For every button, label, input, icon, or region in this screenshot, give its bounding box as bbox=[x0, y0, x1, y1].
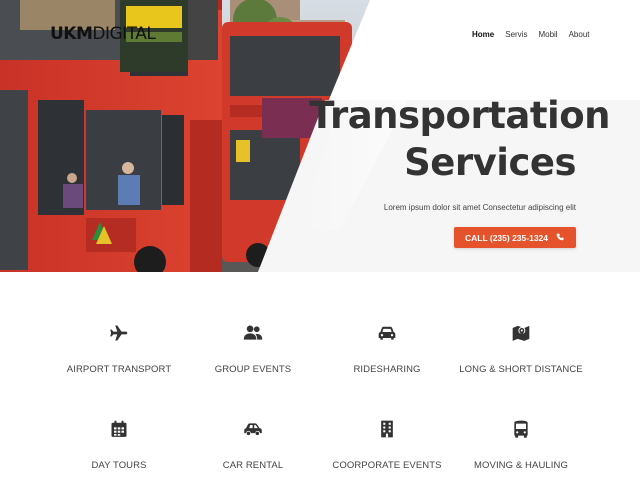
building-icon bbox=[381, 420, 393, 438]
logo-light-text: DIGITAL bbox=[92, 24, 156, 44]
service-corporate-events[interactable]: COORPORATE EVENTS bbox=[320, 419, 454, 473]
service-moving-hauling[interactable]: MOVING & HAULING bbox=[454, 419, 588, 473]
users-icon bbox=[243, 325, 263, 340]
hero-title: Transportation Services bbox=[280, 92, 610, 186]
call-button[interactable]: CALL (235) 235-1324 bbox=[454, 227, 576, 248]
phone-icon bbox=[556, 233, 564, 241]
hero-section: UKMDIGITAL Home Servis Mobil About Trans… bbox=[0, 0, 640, 272]
map-marker-icon bbox=[512, 325, 530, 341]
service-label: COORPORATE EVENTS bbox=[332, 460, 442, 471]
service-label: DAY TOURS bbox=[91, 460, 147, 471]
service-ridesharing[interactable]: RIDESHARING bbox=[320, 323, 454, 377]
services-section: AIRPORT TRANSPORT GROUP EVENTS RIDESHARI… bbox=[0, 272, 640, 480]
hero-subtitle: Lorem ipsum dolor sit amet Consectetur a… bbox=[383, 203, 576, 212]
nav-item-mobil[interactable]: Mobil bbox=[538, 30, 557, 39]
hero-title-line-1: Transportation bbox=[309, 94, 610, 137]
nav-item-about[interactable]: About bbox=[569, 30, 590, 39]
nav-item-home[interactable]: Home bbox=[472, 30, 494, 39]
calendar-icon bbox=[111, 420, 127, 437]
service-long-short-distance[interactable]: LONG & SHORT DISTANCE bbox=[454, 323, 588, 377]
car-icon bbox=[378, 326, 396, 340]
service-car-rental[interactable]: CAR RENTAL bbox=[186, 419, 320, 473]
nav-item-servis[interactable]: Servis bbox=[505, 30, 527, 39]
service-label: RIDESHARING bbox=[353, 364, 421, 375]
service-label: CAR RENTAL bbox=[222, 460, 284, 471]
hero-title-line-2: Services bbox=[404, 141, 576, 184]
bus-icon bbox=[514, 420, 528, 438]
service-group-events[interactable]: GROUP EVENTS bbox=[186, 323, 320, 377]
plane-icon bbox=[110, 325, 128, 341]
service-day-tours[interactable]: DAY TOURS bbox=[52, 419, 186, 473]
service-label: LONG & SHORT DISTANCE bbox=[459, 364, 583, 375]
service-label: MOVING & HAULING bbox=[474, 460, 568, 471]
call-button-label: CALL (235) 235-1324 bbox=[465, 232, 548, 243]
main-nav: Home Servis Mobil About bbox=[472, 30, 601, 39]
service-airport-transport[interactable]: AIRPORT TRANSPORT bbox=[52, 323, 186, 377]
car-side-icon bbox=[244, 423, 262, 436]
logo-strong-text: UKM bbox=[50, 24, 93, 44]
service-label: AIRPORT TRANSPORT bbox=[66, 364, 172, 375]
service-label: GROUP EVENTS bbox=[214, 364, 292, 375]
brand-logo[interactable]: UKMDIGITAL bbox=[50, 24, 156, 44]
